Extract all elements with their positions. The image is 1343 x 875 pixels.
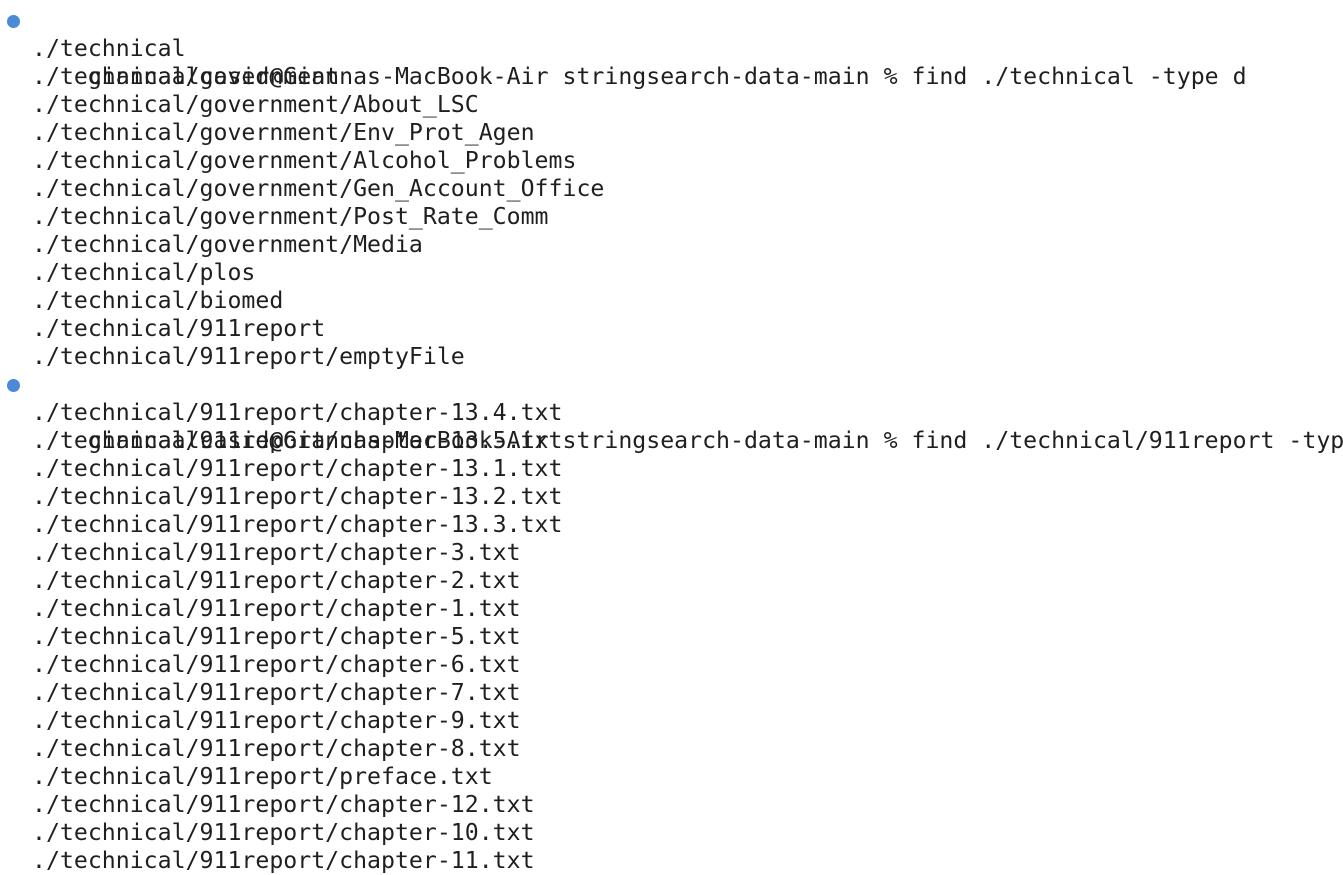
output-line: ./technical/911report/chapter-6.txt [32,651,521,678]
output-line: ./technical/government/Env_Prot_Agen [32,119,535,146]
output-line: ./technical/911report/chapter-12.txt [32,791,535,818]
output-line: ./technical/911report/chapter-13.1.txt [32,455,563,482]
output-line: ./technical/biomed [32,287,284,314]
output-line: ./technical/911report/chapter-10.txt [32,819,535,846]
command-line: giannaalcasid@Giannas-MacBook-Air string… [0,7,1343,90]
output-line: ./technical/911report/chapter-5.txt [32,623,521,650]
command-status-dot-icon [7,15,20,28]
output-line: ./technical [32,35,186,62]
terminal-output[interactable]: giannaalcasid@Giannas-MacBook-Air string… [0,7,1343,875]
output-line: ./technical/government/Alcohol_Problems [32,147,577,174]
output-line: ./technical/911report/chapter-13.3.txt [32,511,563,538]
output-line: ./technical/911report/chapter-2.txt [32,567,521,594]
output-line: ./technical/911report/chapter-13.4.txt [32,399,563,426]
output-line: ./technical/government/About_LSC [32,91,479,118]
output-line: ./technical/911report/chapter-9.txt [32,707,521,734]
output-line: ./technical/911report/chapter-8.txt [32,735,521,762]
output-line: ./technical/911report/chapter-7.txt [32,679,521,706]
output-line: ./technical/plos [32,259,256,286]
output-line: ./technical/911report/chapter-11.txt [32,847,535,874]
output-line: ./technical/911report/preface.txt [32,763,493,790]
output-line: ./technical/government/Gen_Account_Offic… [32,175,605,202]
output-line: ./technical/911report/chapter-1.txt [32,595,521,622]
output-line: ./technical/911report/chapter-13.2.txt [32,483,563,510]
command-status-dot-icon [7,379,20,392]
output-line: ./technical/911report/chapter-13.5.txt [32,427,563,454]
output-line: ./technical/911report/chapter-3.txt [32,539,521,566]
output-line: ./technical/911report/emptyFile [32,343,465,370]
output-line: ./technical/government [32,63,340,90]
output-line: ./technical/government/Media [32,231,423,258]
output-line: ./technical/911report [32,315,326,342]
command-line: giannaalcasid@Giannas-MacBook-Air string… [0,371,1343,454]
output-line: ./technical/government/Post_Rate_Comm [32,203,549,230]
